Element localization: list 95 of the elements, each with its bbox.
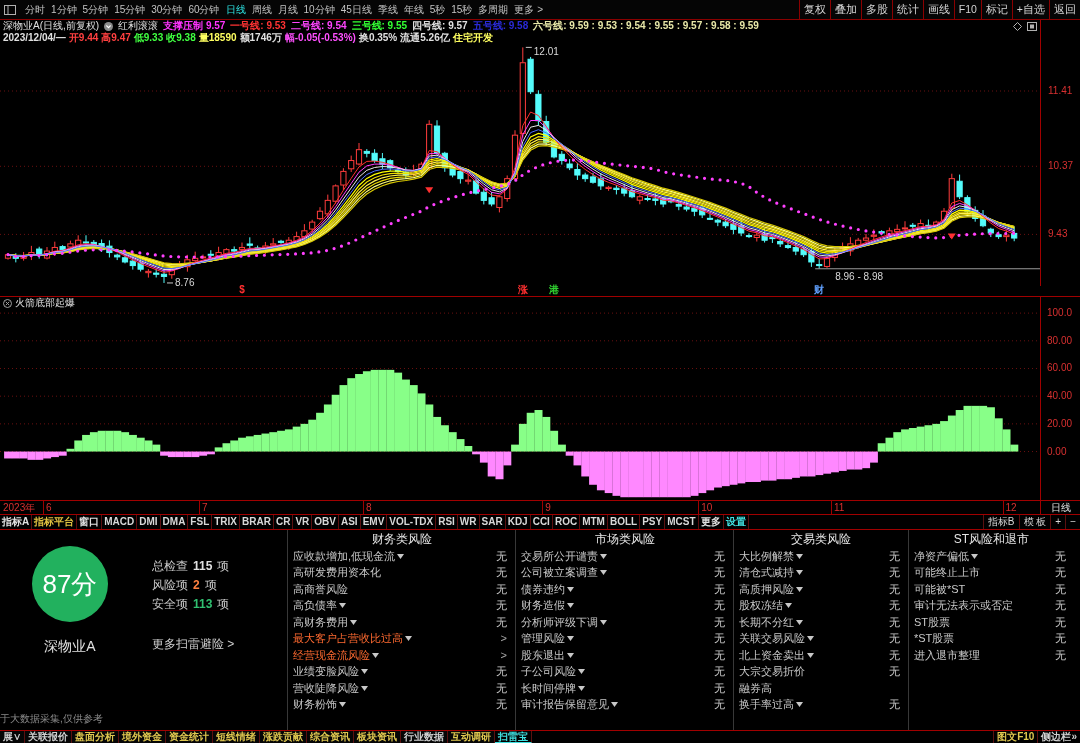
indicator-title: 火箭底部起爆: [15, 298, 75, 308]
stock-name: 深物业A: [44, 639, 96, 653]
risk-status: 无: [889, 550, 900, 562]
indicator-value: 四号线: 9.57: [412, 21, 468, 31]
indicator-axis-label: 100.0: [1047, 308, 1073, 319]
risk-status: 无: [889, 649, 900, 661]
stat-value: 113: [193, 597, 213, 610]
risk-status: 无: [714, 633, 725, 645]
quote-value: 换0.35%: [358, 33, 398, 43]
stat-unit: 项: [217, 597, 230, 610]
risk-status: 无: [889, 666, 900, 678]
risk-status: 无: [889, 600, 900, 612]
quote-value: 低9.33: [133, 33, 164, 43]
indicator-name: 红利滚滚: [118, 21, 159, 31]
quote-value: 流通5.26亿: [400, 33, 450, 43]
risk-status: >: [500, 633, 507, 645]
date-tick-label: 10: [698, 501, 713, 514]
stat-value: 2: [193, 578, 200, 591]
quote-value: 额1746万: [239, 33, 282, 43]
stat-label: 风险项: [152, 578, 188, 591]
risk-status: 无: [714, 600, 725, 612]
indicator-value: 三号线: 9.55: [351, 21, 408, 31]
stat-label: 总检查: [152, 559, 188, 572]
indicator-value: 六号线: 9.59 : 9.53 : 9.54 : 9.55 : 9.57 : 9.58 : 9.59: [533, 21, 759, 31]
indicator-value: 二号线: 9.54: [290, 21, 347, 31]
event-marker: $: [239, 284, 245, 295]
risk-status: 无: [889, 699, 900, 711]
stat-label: 安全项: [152, 597, 188, 610]
score-display: 87分: [32, 546, 108, 622]
date-tick-label: 9: [542, 501, 551, 514]
risk-status: 无: [496, 682, 507, 694]
category-title: 交易类风险: [791, 533, 851, 545]
quote-value: 量18590: [198, 33, 237, 43]
quote-value: 收9.38: [166, 33, 196, 43]
risk-status: 无: [496, 600, 507, 612]
indicator-axis-label: 60.00: [1047, 363, 1073, 374]
year-label: 2023年: [3, 501, 36, 514]
indicator-value: 支撑压制 9.57: [163, 21, 226, 31]
risk-status: 无: [714, 649, 725, 661]
price-axis-label: 9.43: [1048, 229, 1068, 240]
chart-title: 深物业A(日线,前复权): [3, 21, 100, 31]
category-title: ST风险和退市: [953, 533, 1030, 545]
risk-status: 无: [714, 550, 725, 562]
risk-status: 无: [1055, 550, 1066, 562]
indicator-axis-label: 80.00: [1047, 335, 1073, 346]
date-tick-label: 11: [830, 501, 845, 514]
risk-status: 无: [496, 699, 507, 711]
period-label: 日线: [1050, 502, 1071, 513]
indicator-axis-label: 40.00: [1047, 391, 1073, 402]
indicator-axis-label: 0.00: [1047, 446, 1067, 457]
event-marker: 涨: [517, 284, 528, 295]
indicator-value: 一号线: 9.53: [230, 21, 286, 31]
risk-status: >: [500, 649, 507, 661]
price-axis-label: 11.41: [1048, 86, 1073, 96]
risk-status: 无: [889, 583, 900, 595]
risk-status: 无: [496, 567, 507, 579]
risk-status: 无: [889, 567, 900, 579]
stat-value: 115: [193, 559, 213, 572]
stat-unit: 项: [204, 578, 217, 591]
date-tick-label: 12: [1002, 501, 1017, 514]
risk-status: 无: [496, 616, 507, 628]
category-title: 市场类风险: [594, 533, 655, 545]
risk-status: 无: [1055, 649, 1066, 661]
risk-status: 无: [714, 699, 725, 711]
category-title: 财务类风险: [371, 533, 432, 545]
risk-status: 无: [714, 567, 725, 579]
risk-status: 无: [1055, 600, 1066, 612]
risk-status: 无: [1055, 616, 1066, 628]
risk-status: 无: [496, 583, 507, 595]
risk-status: 无: [889, 633, 900, 645]
indicator-value: 五号线: 9.58: [472, 21, 529, 31]
risk-status: 无: [714, 666, 725, 678]
risk-status: 无: [496, 550, 507, 562]
event-marker: 财: [814, 284, 825, 295]
risk-status: 无: [1055, 633, 1066, 645]
event-marker: 港: [549, 284, 559, 295]
quote-value: 幅-0.05(-0.53%): [284, 33, 356, 43]
date-tick-label: 8: [362, 501, 372, 514]
quote-value: 高9.47: [101, 33, 131, 43]
price-axis-label: 10.37: [1048, 161, 1074, 172]
risk-status: 无: [496, 666, 507, 678]
risk-status: 无: [714, 583, 725, 595]
indicator-axis-label: 20.00: [1047, 418, 1073, 429]
risk-status: 无: [1055, 583, 1066, 595]
date-tick-label: 6: [43, 501, 52, 514]
risk-status: 无: [1055, 567, 1066, 579]
risk-status: 无: [714, 682, 725, 694]
stat-unit: 项: [217, 559, 230, 572]
disclaimer-text: 于大数据采集,仅供参考: [0, 714, 103, 724]
risk-status: 无: [714, 616, 725, 628]
risk-status: 无: [889, 616, 900, 628]
quote-value: 2023/12/04/—: [3, 33, 66, 43]
quote-value: 住宅开发: [452, 33, 493, 43]
date-tick-label: 7: [199, 501, 208, 514]
quote-value: 开9.44: [68, 33, 99, 43]
